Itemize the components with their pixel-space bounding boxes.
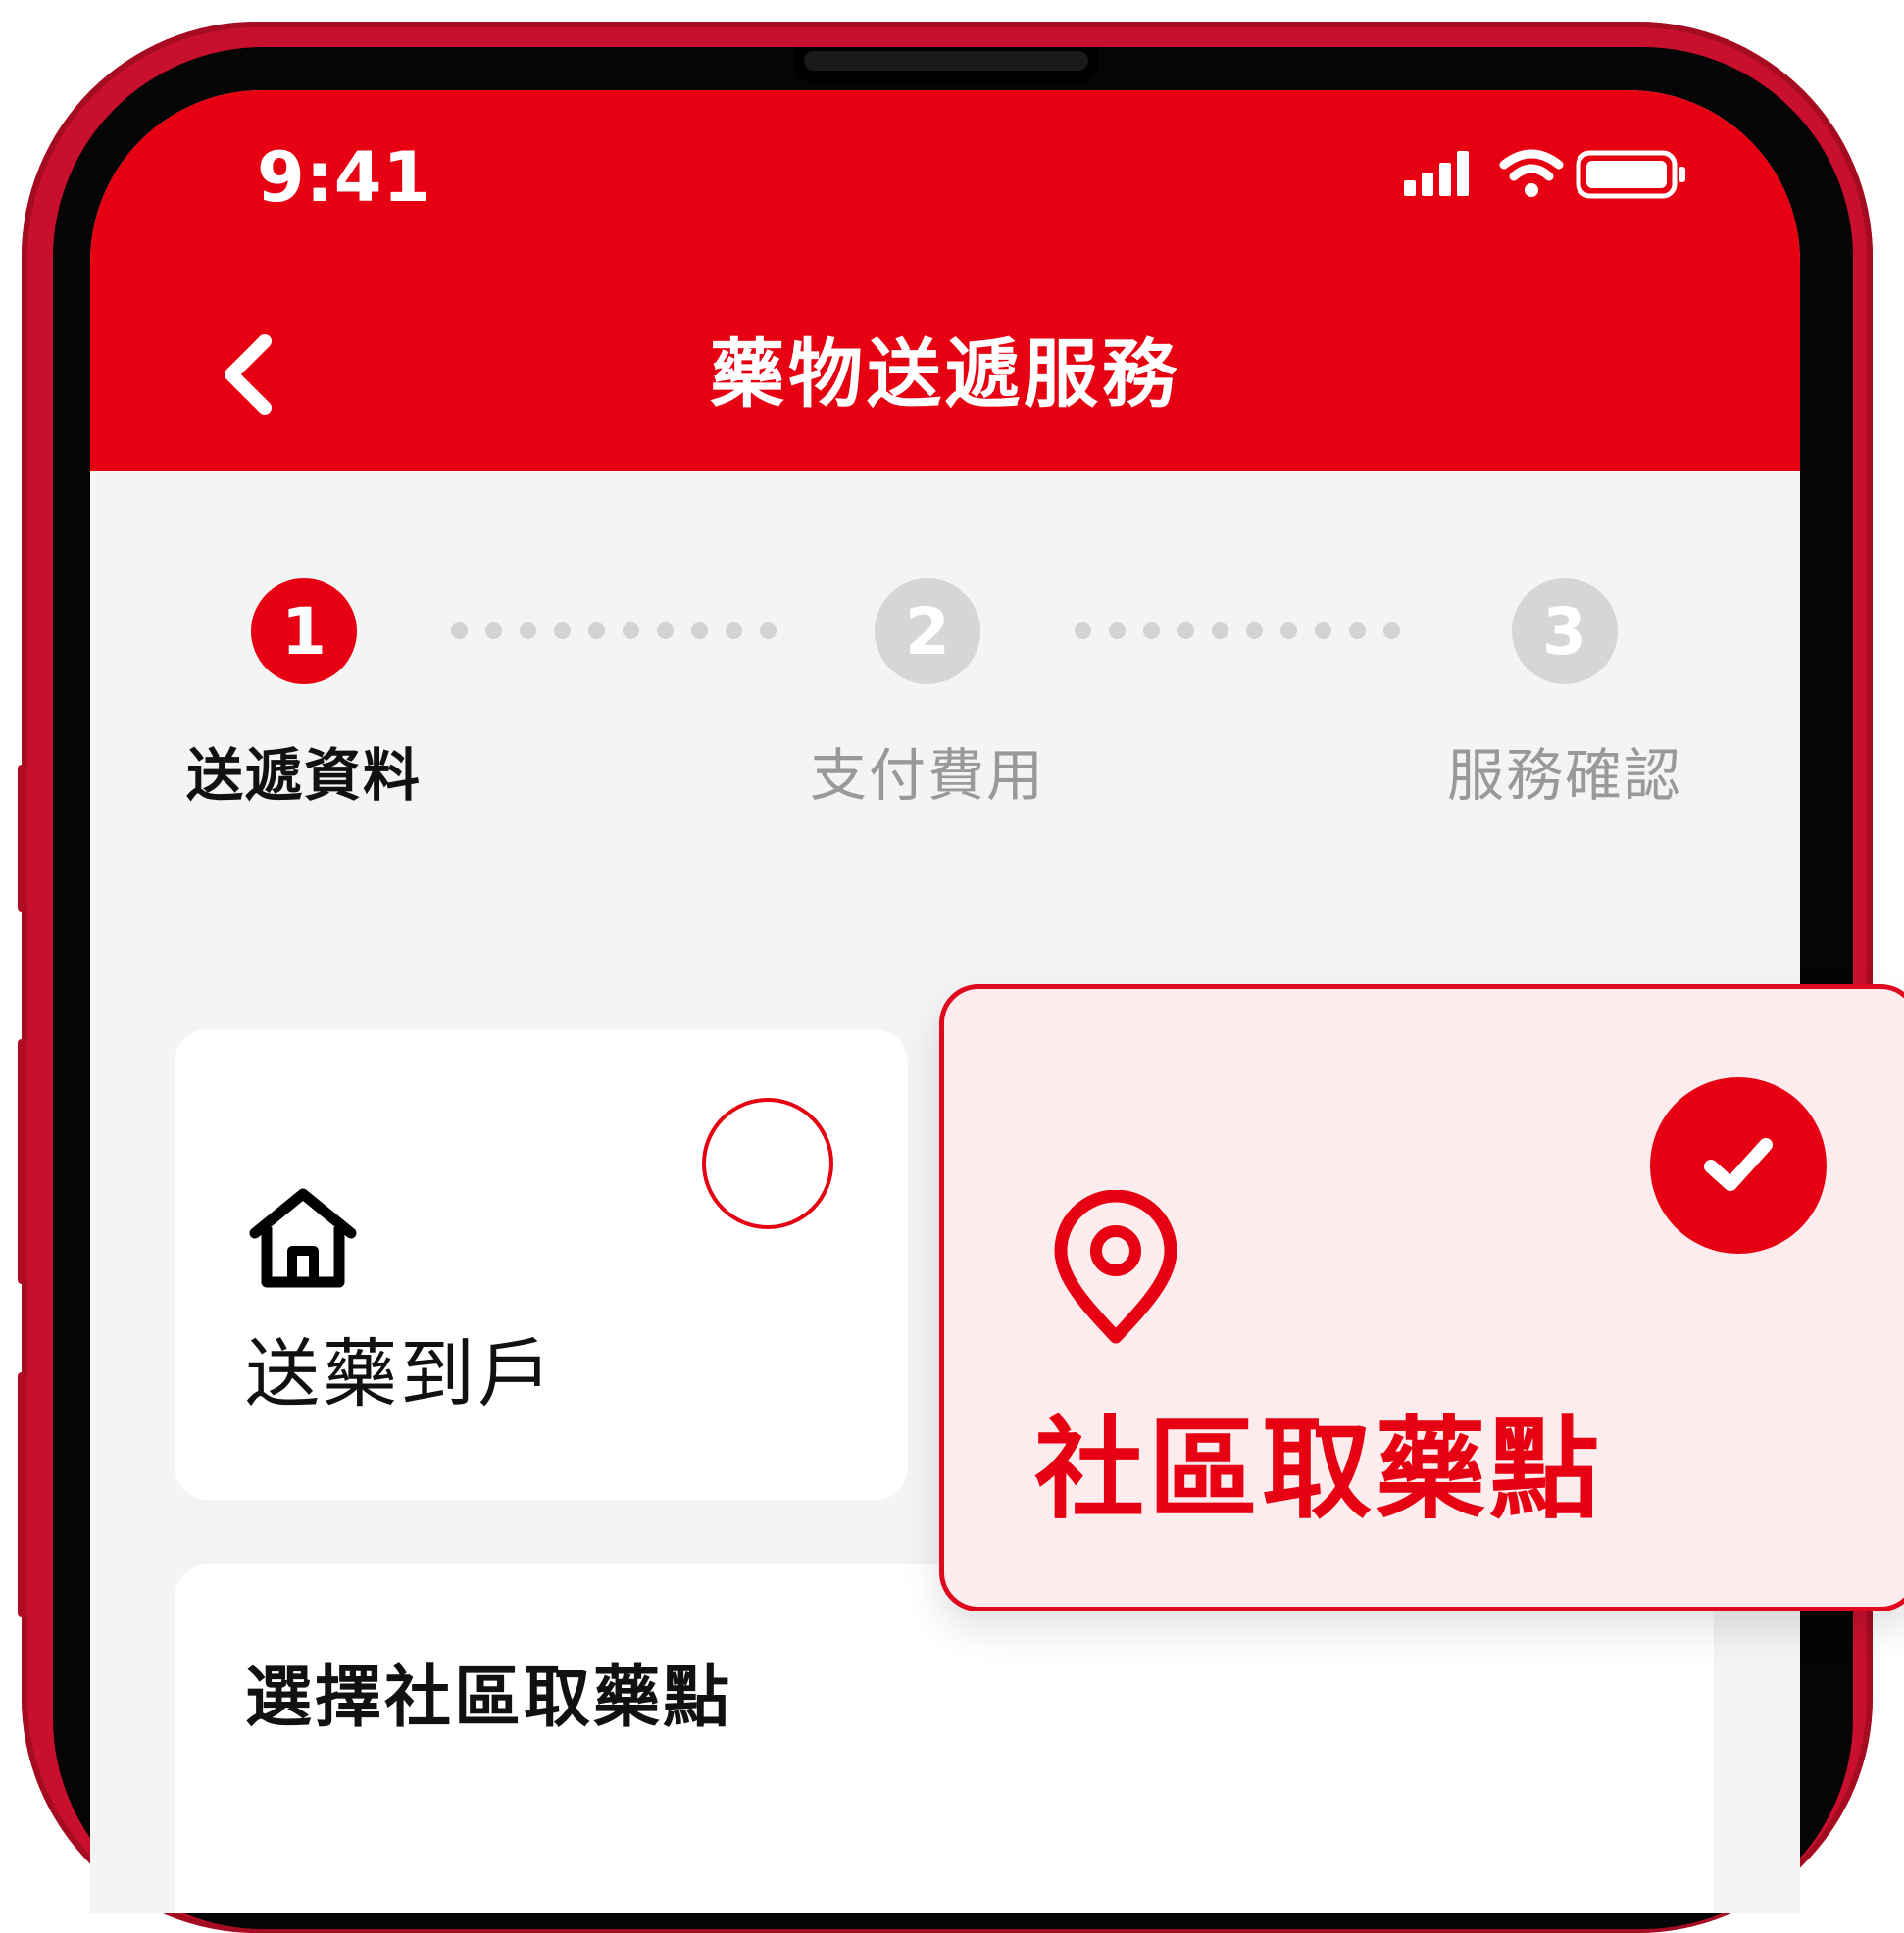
- location-pin-icon: [1054, 1190, 1177, 1344]
- phone-volume-down-button: [18, 1372, 27, 1617]
- check-icon: [1704, 1138, 1773, 1191]
- phone-volume-up-button: [18, 1039, 27, 1284]
- home-delivery-label: 送藥到戶: [245, 1330, 555, 1417]
- step-2-indicator: 2: [875, 578, 980, 684]
- step-1-label: 送遞資料: [185, 742, 422, 809]
- step-1-indicator: 1: [251, 578, 357, 684]
- status-time: 9:41: [257, 137, 432, 218]
- phone-notch: [794, 47, 1098, 84]
- app-header: 9:41 藥物送遞服務: [90, 90, 1800, 471]
- step-2-label: 支付費用: [809, 742, 1045, 809]
- step-connector-2: [1075, 622, 1400, 639]
- cellular-signal-icon: [1404, 149, 1685, 199]
- community-pickup-label: 社區取藥點: [1034, 1407, 1603, 1534]
- home-delivery-option[interactable]: 送藥到戶: [175, 1029, 908, 1500]
- step-3-indicator: 3: [1512, 578, 1618, 684]
- phone-side-button: [18, 765, 27, 912]
- home-icon: [249, 1188, 357, 1288]
- community-pickup-option[interactable]: 社區取藥點: [939, 984, 1904, 1611]
- pickup-point-section[interactable]: 選擇社區取藥點: [175, 1564, 1714, 1913]
- step-connector-1: [451, 622, 777, 639]
- home-delivery-radio[interactable]: [702, 1098, 833, 1229]
- page-title: 藥物送遞服務: [710, 330, 1180, 418]
- pickup-section-title: 選擇社區取藥點: [245, 1660, 733, 1737]
- status-icons: [1404, 147, 1718, 206]
- community-pickup-selected-check[interactable]: [1650, 1077, 1827, 1254]
- step-3-label: 服務確認: [1446, 742, 1682, 809]
